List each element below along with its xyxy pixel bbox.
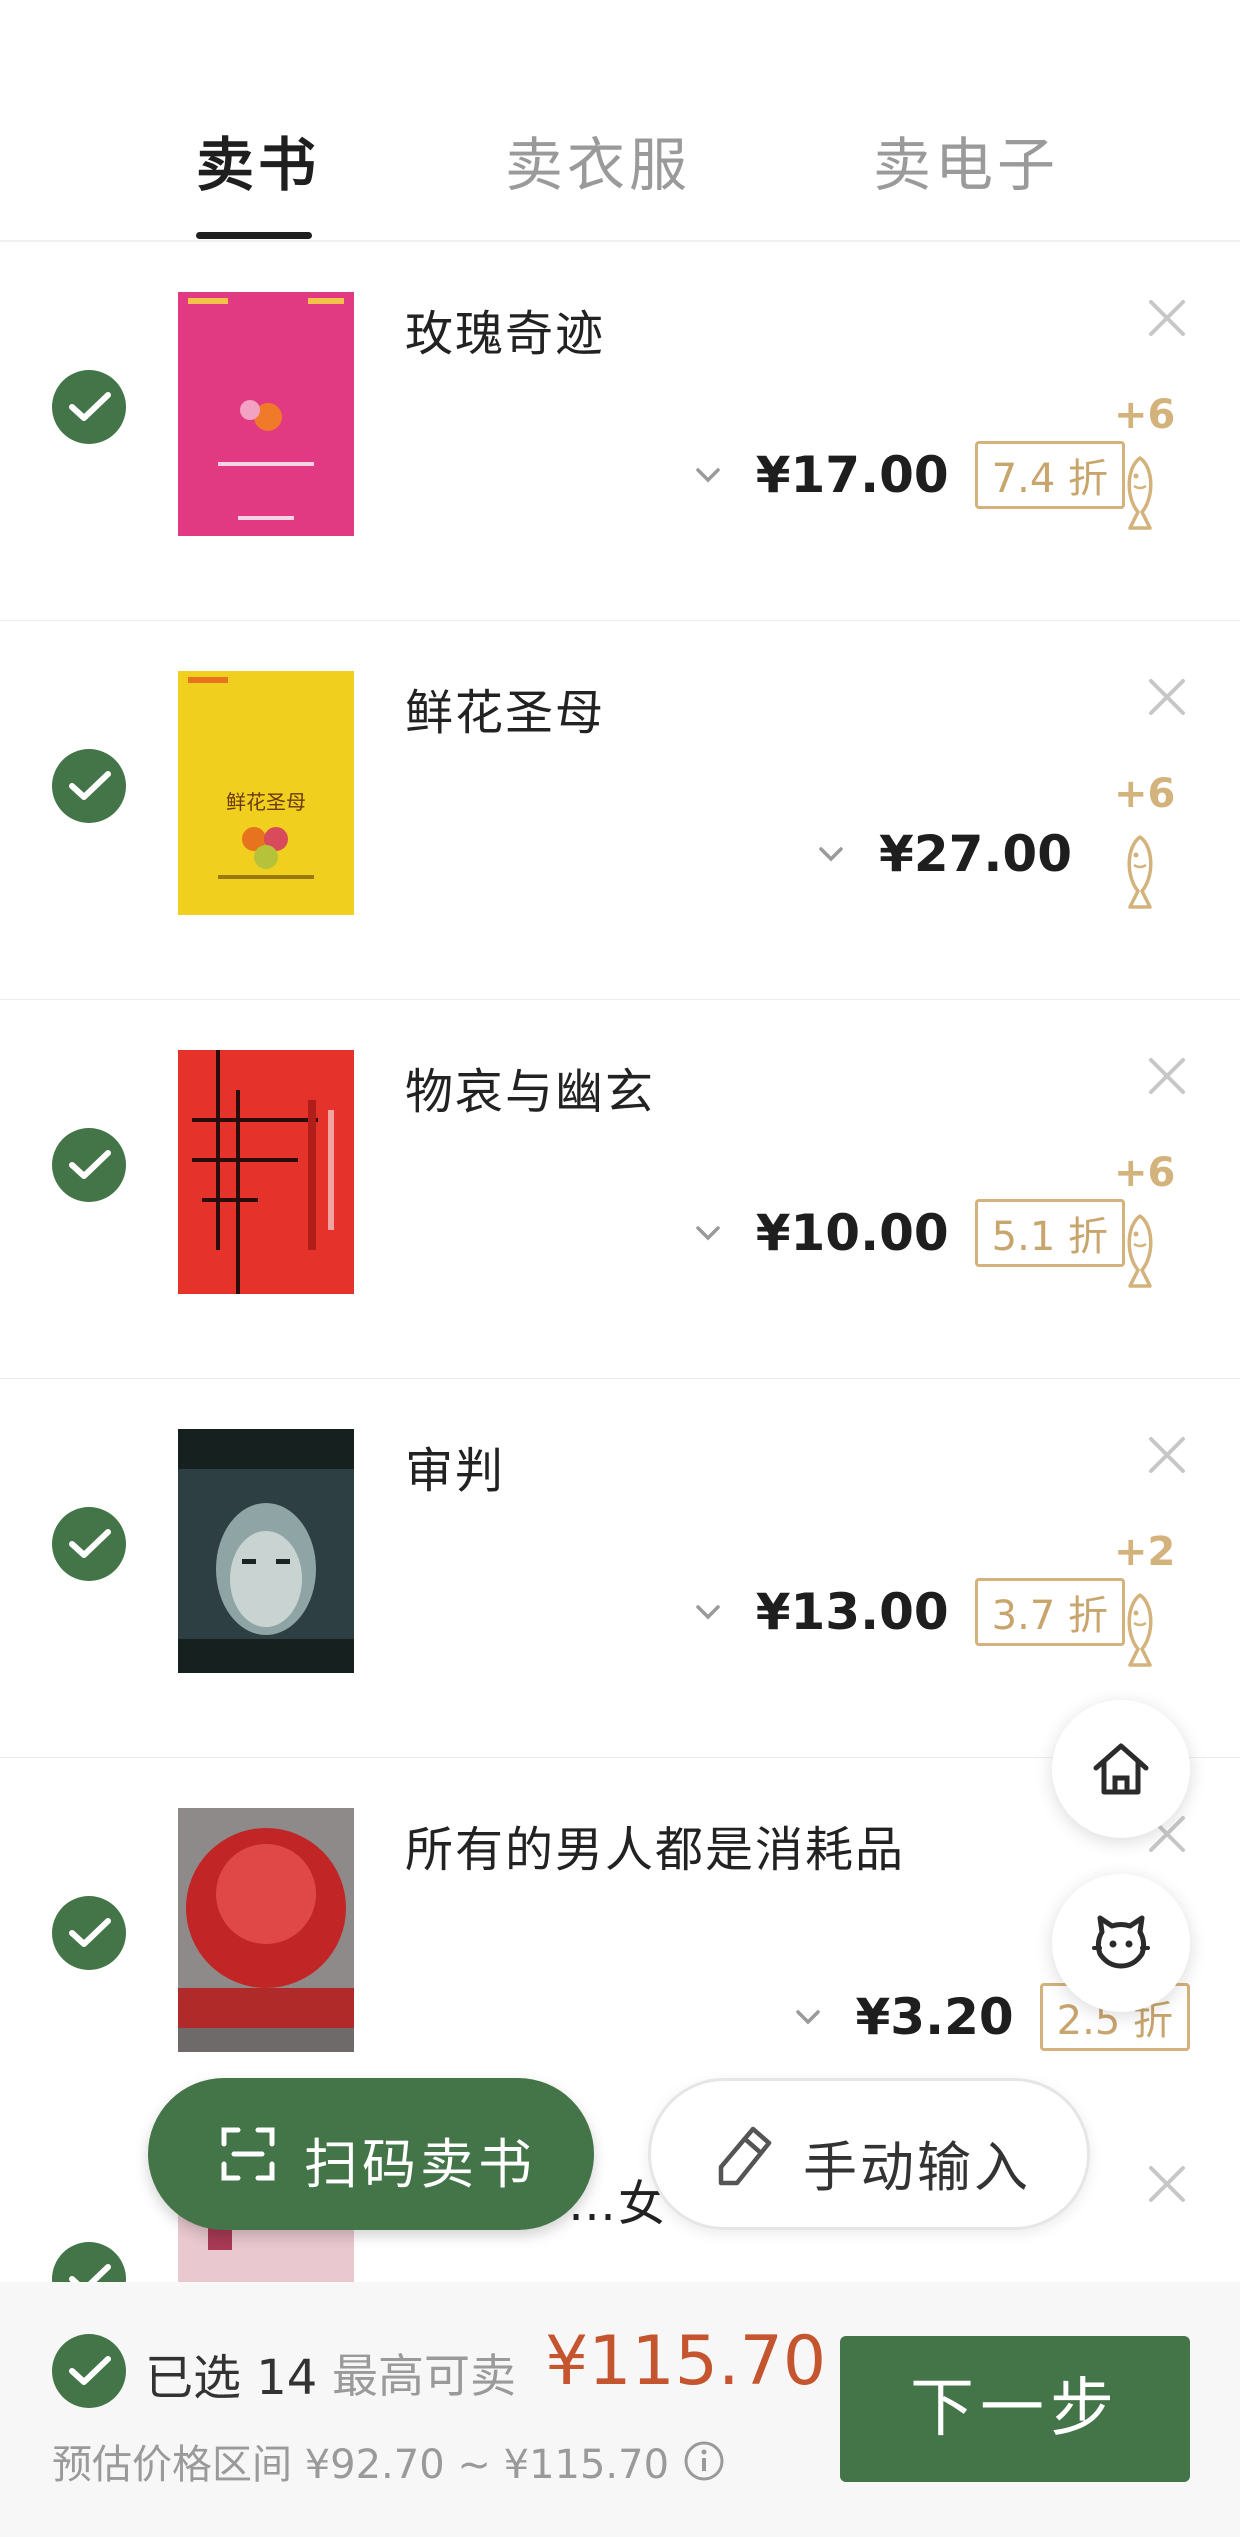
- list-item[interactable]: 玫瑰奇迹 ¥17.00 7.4 折 +6: [0, 242, 1240, 622]
- select-all-check-icon[interactable]: [52, 2334, 126, 2408]
- list-item[interactable]: 审判 ¥13.00 3.7 折 +2: [0, 1379, 1240, 1759]
- check-icon[interactable]: [52, 749, 126, 823]
- fish-bonus-count: +6: [1114, 392, 1176, 438]
- scan-icon: [221, 2127, 275, 2181]
- price: ¥17.00: [755, 446, 949, 504]
- tab-sell-electronics[interactable]: 卖电子: [873, 118, 1059, 202]
- chevron-down-icon[interactable]: [788, 1997, 828, 2037]
- max-sell-label: 最高可卖: [332, 2349, 516, 2403]
- selected-count: 已选 14: [145, 2350, 318, 2406]
- fish-bonus: +6: [1108, 771, 1184, 931]
- close-icon[interactable]: [1143, 673, 1191, 721]
- fish-bonus: +6: [1108, 1150, 1184, 1310]
- pen-icon: [718, 2126, 772, 2186]
- book-cover: [178, 1808, 354, 2052]
- discount-badge: 5.1 折: [974, 1199, 1125, 1267]
- check-icon[interactable]: [52, 370, 126, 444]
- book-title: 玫瑰奇迹: [405, 306, 606, 362]
- book-cover: [178, 1050, 354, 1294]
- price: ¥27.00: [879, 825, 1072, 883]
- scan-sell-label: 扫码卖书: [304, 2133, 536, 2196]
- info-icon[interactable]: [683, 2440, 725, 2482]
- price: ¥3.20: [855, 1988, 1014, 2046]
- total-price: ¥115.70: [545, 2322, 827, 2401]
- cover-text: 鲜花圣母: [226, 790, 306, 814]
- bottom-bar: 已选 14 最高可卖 ¥115.70 预估价格区间 ¥92.70 ~ ¥115.…: [0, 2282, 1240, 2537]
- fish-bonus-count: +6: [1114, 1150, 1176, 1196]
- category-tabs: 卖书 卖衣服 卖电子: [0, 90, 1240, 240]
- price: ¥13.00: [755, 1583, 949, 1641]
- list-item[interactable]: 物哀与幽玄 ¥10.00 5.1 折 +6: [0, 1000, 1240, 1380]
- scan-sell-button[interactable]: 扫码卖书: [148, 2078, 594, 2230]
- home-button[interactable]: [1052, 1700, 1190, 1838]
- price-row: ¥13.00 3.7 折: [688, 1577, 1125, 1647]
- price: ¥10.00: [755, 1204, 949, 1262]
- close-icon[interactable]: [1143, 1052, 1191, 1100]
- next-step-button[interactable]: 下一步: [840, 2336, 1190, 2482]
- close-icon[interactable]: [1143, 294, 1191, 342]
- book-title: 审判: [405, 1443, 506, 1499]
- book-cover: [178, 292, 354, 536]
- top-cut-header: [0, 0, 1240, 40]
- chevron-down-icon[interactable]: [688, 1592, 728, 1632]
- close-icon[interactable]: [1143, 2160, 1191, 2208]
- price-range: 预估价格区间 ¥92.70 ~ ¥115.70: [52, 2432, 725, 2490]
- fish-bonus-count: +2: [1114, 1529, 1176, 1575]
- fish-icon: [1127, 1593, 1153, 1667]
- book-title: 鲜花圣母: [405, 685, 606, 741]
- price-range-text: 预估价格区间 ¥92.70 ~ ¥115.70: [52, 2442, 670, 2488]
- fish-bonus: +6: [1108, 392, 1184, 552]
- customer-service-button[interactable]: [1052, 1874, 1190, 2012]
- discount-badge: 7.4 折: [974, 441, 1125, 509]
- fish-icon: [1127, 1214, 1153, 1288]
- chevron-down-icon[interactable]: [688, 455, 728, 495]
- book-cover: [178, 1429, 354, 1673]
- chevron-down-icon[interactable]: [688, 1213, 728, 1253]
- close-icon[interactable]: [1143, 1431, 1191, 1479]
- check-icon[interactable]: [52, 1896, 126, 1970]
- book-title: 物哀与幽玄: [405, 1064, 656, 1120]
- fish-bonus-count: +6: [1114, 771, 1176, 817]
- price-row: ¥10.00 5.1 折: [688, 1198, 1125, 1268]
- list-item[interactable]: 鲜花圣母 鲜花圣母 ¥27.00 +6: [0, 621, 1240, 1001]
- chevron-down-icon[interactable]: [811, 834, 851, 874]
- fish-icon: [1127, 456, 1153, 530]
- check-icon[interactable]: [52, 1128, 126, 1202]
- check-icon[interactable]: [52, 1507, 126, 1581]
- home-icon: [1093, 1743, 1149, 1795]
- tab-sell-clothes[interactable]: 卖衣服: [505, 118, 691, 202]
- active-tab-indicator: [196, 232, 312, 239]
- fish-icon: [1127, 835, 1153, 909]
- book-cover: 鲜花圣母: [178, 671, 354, 915]
- price-row: ¥27.00: [811, 819, 1072, 889]
- fish-bonus: +2: [1108, 1529, 1184, 1689]
- book-title: 所有的男人都是消耗品: [405, 1822, 906, 1878]
- manual-input-button[interactable]: 手动输入: [648, 2078, 1090, 2230]
- tab-sell-books[interactable]: 卖书: [196, 118, 320, 202]
- cat-icon: [1092, 1915, 1150, 1969]
- manual-input-label: 手动输入: [803, 2136, 1031, 2199]
- price-row: ¥17.00 7.4 折: [688, 440, 1125, 510]
- discount-badge: 3.7 折: [974, 1578, 1125, 1646]
